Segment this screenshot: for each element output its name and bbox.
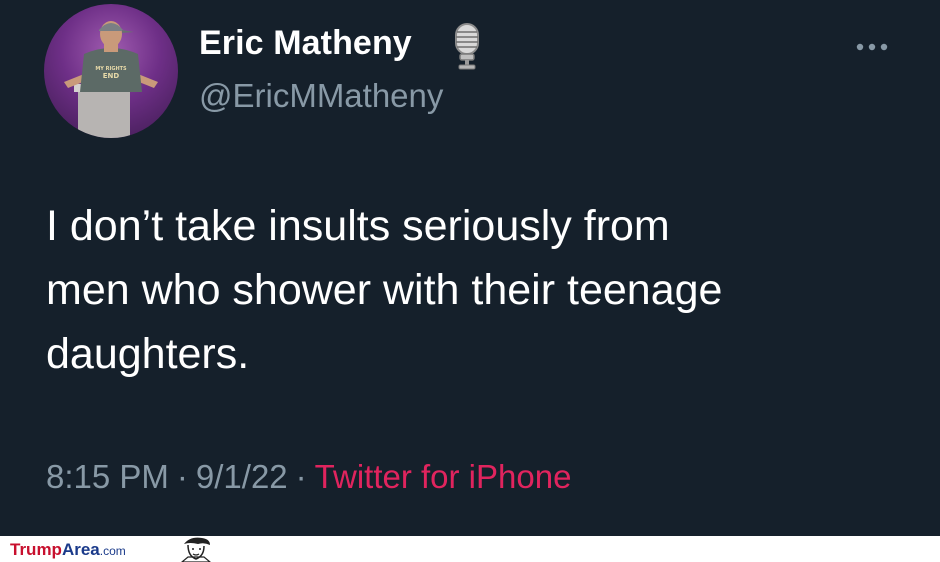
- more-options-icon[interactable]: [854, 38, 890, 56]
- avatar-image: MY RIGHTS END: [64, 21, 158, 138]
- svg-text:END: END: [103, 72, 120, 80]
- tweet-source-link[interactable]: Twitter for iPhone: [315, 458, 572, 495]
- avatar[interactable]: MY RIGHTS END: [44, 4, 178, 138]
- watermark-brand-part1: Trump: [10, 540, 62, 559]
- author-handle[interactable]: @EricMMatheny: [199, 77, 443, 115]
- meta-separator: ·: [295, 458, 307, 495]
- tweet-card: MY RIGHTS END Eric Matheny @EricMMatheny…: [0, 0, 940, 536]
- caricature-icon: [181, 537, 211, 562]
- tweet-meta: 8:15 PM · 9/1/22 · Twitter for iPhone: [46, 458, 571, 496]
- tweet-time[interactable]: 8:15 PM: [46, 458, 169, 495]
- microphone-icon: [455, 23, 479, 70]
- watermark-brand-part3: .com: [99, 544, 126, 558]
- meta-separator: ·: [176, 458, 188, 495]
- watermark-brand-part2: Area: [61, 540, 100, 559]
- watermark-logo: TrumpArea.com: [10, 540, 126, 560]
- tweet-text: I don’t take insults seriously from men …: [46, 202, 723, 378]
- watermark-bar: TrumpArea.com: [0, 536, 940, 562]
- tweet-date[interactable]: 9/1/22: [196, 458, 288, 495]
- author-name[interactable]: Eric Matheny: [199, 24, 412, 63]
